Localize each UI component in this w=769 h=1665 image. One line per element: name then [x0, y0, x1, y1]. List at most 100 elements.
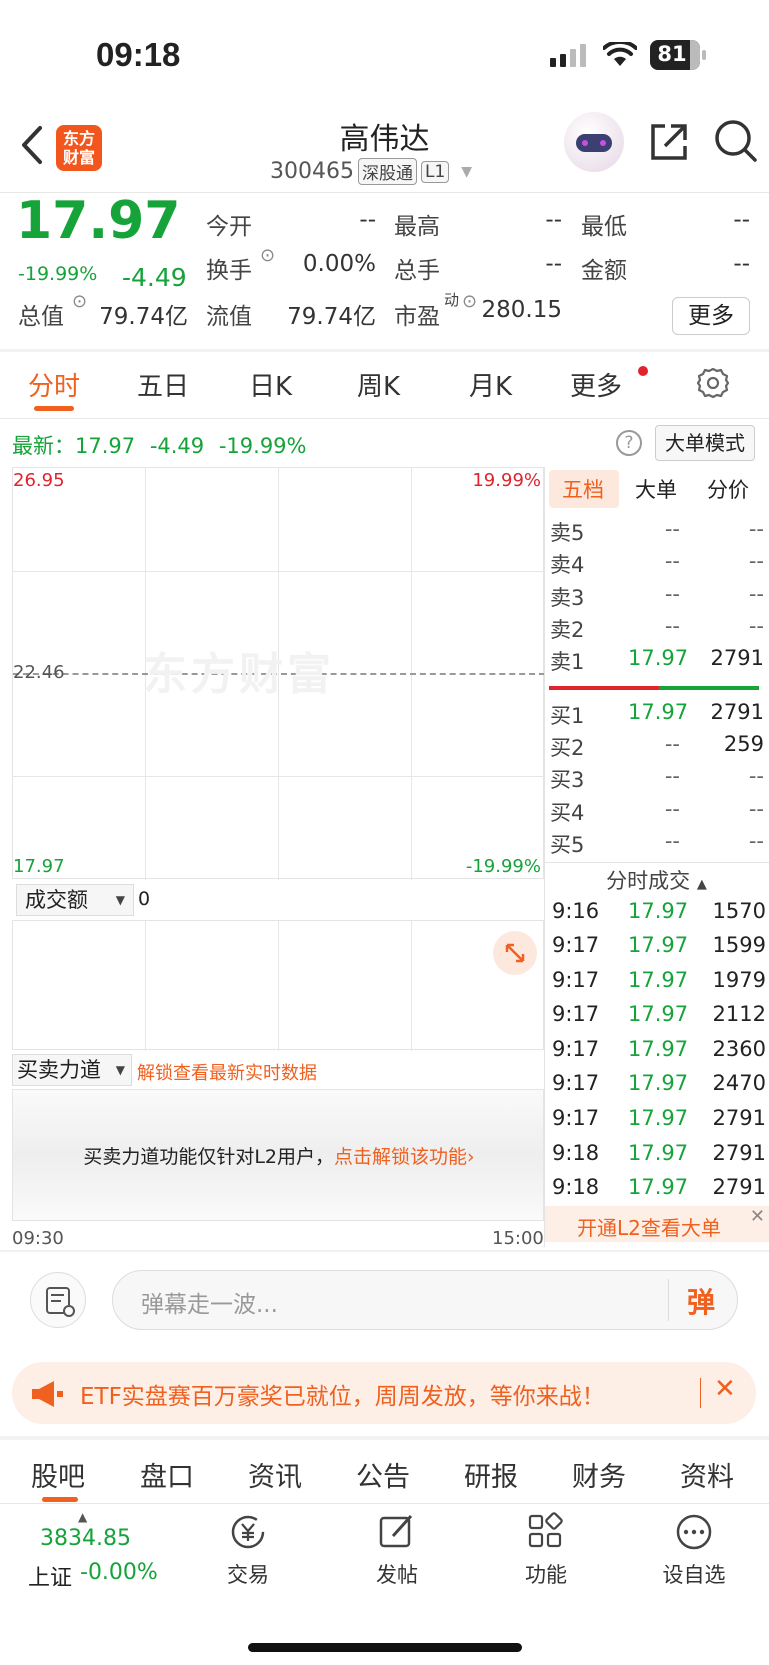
dropdown-arrow-icon: ▼	[115, 1063, 125, 1077]
change-percent: -19.99%	[18, 263, 98, 285]
ask-row[interactable]: 卖1 17.97 2791	[550, 646, 764, 678]
watermark: 东方财富	[143, 649, 335, 700]
trade-yen-icon	[231, 1515, 265, 1549]
quote-panel: 17.97 -19.99% -4.49 今开 -- 最高 -- 最低 -- 换手…	[0, 191, 769, 348]
ask-row[interactable]: 卖5 -- --	[550, 517, 764, 549]
orderbook-separator	[544, 467, 545, 1247]
promo-banner[interactable]: ETF实盘赛百万豪奖已就位，周周发放，等你来战！ ✕	[12, 1362, 756, 1424]
danmaku-send-icon[interactable]: 弹	[687, 1281, 715, 1321]
unlock-hint-link[interactable]: 解锁查看最新实时数据	[137, 1059, 317, 1085]
tick-row: 9:17 17.97 2360	[552, 1037, 766, 1061]
share-icon[interactable]	[647, 120, 691, 164]
chart-tabs: 分时 五日 日K 周K 月K 更多	[0, 350, 769, 418]
tab-active-indicator	[34, 406, 74, 411]
open-label: 今开	[206, 214, 252, 240]
pe-sup: 动	[444, 291, 460, 309]
search-icon[interactable]	[713, 118, 759, 164]
tab-intraday[interactable]: 分时	[28, 366, 80, 403]
volume-label: 总手	[394, 258, 440, 284]
more-button[interactable]: 更多	[672, 297, 750, 335]
tab-monthly[interactable]: 月K	[469, 366, 512, 403]
high-value: --	[545, 207, 562, 233]
y-axis-mid: 22.46	[13, 662, 65, 683]
tab-more[interactable]: 更多	[570, 366, 622, 403]
ask-row[interactable]: 卖4 -- --	[550, 549, 764, 581]
robot-avatar-icon[interactable]	[564, 112, 624, 172]
float-value: 79.74亿	[287, 304, 376, 330]
index-name: 上证	[28, 1566, 73, 1591]
bid-row[interactable]: 买5 -- --	[550, 829, 764, 861]
latest-percent: -19.99%	[218, 434, 307, 458]
tab-five-day[interactable]: 五日	[137, 366, 189, 403]
open-value: --	[359, 207, 376, 233]
latest-price: 17.97	[75, 434, 136, 458]
big-order-mode-button[interactable]: 大单模式	[655, 425, 755, 461]
locked-text: 买卖力道功能仅针对L2用户，	[83, 1146, 335, 1168]
notification-dot	[638, 366, 648, 376]
intraday-chart[interactable]: 东方财富 26.95 19.99% 22.46 17.97 -19.99%	[12, 467, 545, 880]
tab-daily[interactable]: 日K	[249, 366, 292, 403]
index-widget[interactable]: ▲ 3834.85 上证 -0.00%	[24, 1510, 184, 1591]
megaphone-icon	[32, 1381, 63, 1407]
tick-row: 9:18 17.97 2791	[552, 1175, 766, 1199]
mktcap-label: 总值	[18, 304, 64, 330]
stock-code-row[interactable]: 300465 深股通 L1 ▼	[270, 158, 472, 185]
low-value: --	[733, 207, 750, 233]
amount-value: --	[733, 251, 750, 277]
tab-profile[interactable]: 资料	[680, 1455, 734, 1494]
bid-row[interactable]: 买2 -- 259	[550, 732, 764, 764]
tick-row: 9:17 17.97 2470	[552, 1071, 766, 1095]
tab-weekly[interactable]: 周K	[357, 366, 400, 403]
wifi-icon	[602, 39, 638, 68]
nav-add-watchlist[interactable]: 设自选	[644, 1512, 744, 1589]
up-arrow-icon: ▲	[78, 1510, 88, 1524]
tab-announcements[interactable]: 公告	[356, 1455, 410, 1494]
info-icon[interactable]: ⊙	[260, 245, 275, 266]
pe-label: 市盈	[394, 304, 440, 330]
volume-selector[interactable]: 成交额 ▼	[16, 884, 134, 916]
ask-row[interactable]: 卖3 -- --	[550, 582, 764, 614]
tab-guba[interactable]: 股吧	[31, 1455, 85, 1494]
latest-quote-line: 最新：17.97 -4.49 -19.99%	[12, 430, 307, 460]
bid-row[interactable]: 买3 -- --	[550, 764, 764, 796]
l2-banner[interactable]: 开通L2查看大单 ✕	[545, 1206, 769, 1242]
tab-orderbook[interactable]: 盘口	[140, 1455, 194, 1494]
level-tag: L1	[420, 160, 450, 183]
tab-price-dist[interactable]: 分价	[707, 474, 749, 504]
ask-row[interactable]: 卖2 -- --	[550, 614, 764, 646]
l2-banner-text: 开通L2查看大单	[577, 1216, 721, 1240]
bid-row[interactable]: 买1 17.97 2791	[550, 700, 764, 732]
close-icon[interactable]: ✕	[714, 1374, 736, 1404]
nav-trade[interactable]: 交易	[198, 1512, 298, 1589]
change-amount: -4.49	[122, 263, 187, 292]
float-label: 流值	[206, 304, 252, 330]
more-dots-icon	[676, 1514, 712, 1550]
force-selector[interactable]: 买卖力道 ▼	[12, 1054, 132, 1086]
tab-big-orders[interactable]: 大单	[635, 474, 677, 504]
ticks-header[interactable]: 分时成交 ▲	[544, 864, 769, 898]
tab-research[interactable]: 研报	[464, 1455, 518, 1494]
info-icon[interactable]: ⊙	[462, 291, 477, 312]
nav-functions[interactable]: 功能	[496, 1512, 596, 1589]
settings-gear-icon[interactable]	[696, 366, 730, 400]
tab-five-level[interactable]: 五档	[562, 474, 604, 504]
unlock-feature-link[interactable]: 点击解锁该功能	[334, 1146, 467, 1168]
help-icon[interactable]: ?	[616, 430, 642, 456]
volume-value: --	[545, 251, 562, 277]
home-indicator	[248, 1643, 522, 1652]
battery-icon: 81	[650, 40, 706, 70]
low-label: 最低	[581, 214, 627, 240]
bid-row[interactable]: 买4 -- --	[550, 797, 764, 829]
tab-finance[interactable]: 财务	[572, 1455, 626, 1494]
comment-list-icon[interactable]	[30, 1272, 86, 1328]
promo-text: ETF实盘赛百万豪奖已就位，周周发放，等你来战！	[80, 1384, 605, 1410]
tab-news[interactable]: 资讯	[248, 1455, 302, 1494]
expand-icon[interactable]	[493, 931, 537, 975]
info-icon[interactable]: ⊙	[72, 291, 87, 312]
close-icon[interactable]: ✕	[750, 1206, 765, 1227]
nav-post[interactable]: 发帖	[347, 1512, 447, 1589]
danmaku-input[interactable]: 弹幕走一波... 弹	[112, 1270, 738, 1330]
tick-row: 9:18 17.97 2791	[552, 1141, 766, 1165]
tick-row: 9:17 17.97 2791	[552, 1106, 766, 1130]
pct-axis-bottom: -19.99%	[465, 856, 541, 877]
